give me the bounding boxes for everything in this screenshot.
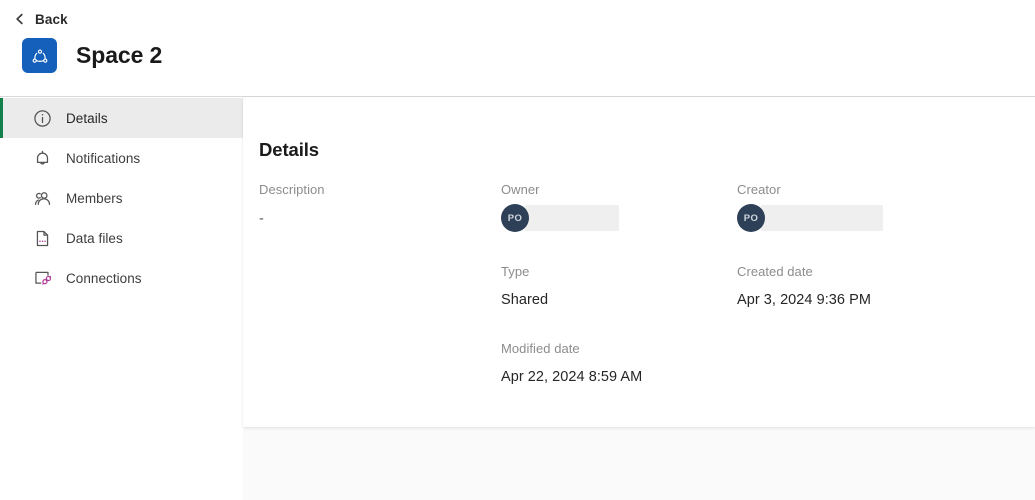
bell-icon — [33, 149, 52, 168]
sidebar-item-data-files[interactable]: Data files — [0, 218, 243, 258]
field-owner: Owner PO — [501, 182, 737, 232]
creator-user-chip[interactable]: PO — [737, 204, 977, 232]
page-body: Details Notifications Members Data files… — [0, 97, 1035, 500]
owner-user-chip[interactable]: PO — [501, 204, 737, 232]
back-label: Back — [35, 11, 68, 27]
connections-icon — [33, 269, 52, 288]
details-row: Modified date Apr 22, 2024 8:59 AM — [259, 341, 999, 386]
sidebar-nav: Details Notifications Members Data files… — [0, 97, 243, 500]
redacted-owner-name — [525, 205, 619, 231]
sidebar-item-label: Details — [66, 110, 108, 126]
space-badge — [22, 38, 57, 73]
field-value: Apr 22, 2024 8:59 AM — [501, 369, 643, 385]
sidebar-item-label: Notifications — [66, 150, 141, 166]
page-title: Space 2 — [76, 42, 163, 68]
sidebar-item-label: Members — [66, 190, 123, 206]
redacted-creator-name — [761, 205, 883, 231]
space-title-row: Space 2 — [22, 38, 162, 73]
sidebar-item-label: Data files — [66, 230, 123, 246]
field-description: Description - — [259, 182, 501, 232]
avatar: PO — [501, 204, 529, 232]
space-nodes-icon — [32, 48, 47, 63]
sidebar-item-label: Connections — [66, 270, 142, 286]
back-button[interactable]: Back — [14, 9, 68, 29]
row-spacer — [259, 232, 999, 264]
field-label: Owner — [501, 182, 540, 197]
field-type: Type Shared — [501, 264, 737, 309]
sidebar-item-notifications[interactable]: Notifications — [0, 138, 243, 178]
data-file-icon — [33, 229, 52, 248]
details-row: Type Shared Created date Apr 3, 2024 9:3… — [259, 264, 999, 309]
avatar: PO — [737, 204, 765, 232]
card-title: Details — [259, 139, 319, 160]
sidebar-item-connections[interactable]: Connections — [0, 258, 243, 298]
field-modified-date: Modified date Apr 22, 2024 8:59 AM — [501, 341, 737, 386]
sidebar-item-members[interactable]: Members — [0, 178, 243, 218]
row-spacer — [259, 309, 999, 341]
field-label: Created date — [737, 264, 813, 279]
field-value: Apr 3, 2024 9:36 PM — [737, 292, 871, 308]
info-circle-icon — [33, 109, 52, 128]
field-value: - — [259, 211, 264, 227]
field-creator: Creator PO — [737, 182, 977, 232]
details-card: Details Description - Owner PO Creator P… — [243, 97, 1035, 427]
sidebar-item-details[interactable]: Details — [0, 98, 243, 138]
field-empty — [259, 341, 501, 386]
page-header: Back Space 2 — [0, 0, 1035, 97]
field-value: Shared — [501, 292, 549, 308]
details-row: Description - Owner PO Creator PO — [259, 182, 999, 232]
space-details-page: Back Space 2 Details Notifications Membe… — [0, 0, 1035, 500]
field-label: Modified date — [501, 341, 580, 356]
users-icon — [33, 189, 52, 208]
field-empty — [737, 341, 977, 386]
field-empty — [259, 264, 501, 309]
chevron-left-icon — [16, 13, 23, 25]
field-label: Creator — [737, 182, 781, 197]
details-field-grid: Description - Owner PO Creator PO Type S… — [259, 182, 999, 386]
field-label: Type — [501, 264, 530, 279]
field-label: Description — [259, 182, 325, 197]
field-created-date: Created date Apr 3, 2024 9:36 PM — [737, 264, 977, 309]
